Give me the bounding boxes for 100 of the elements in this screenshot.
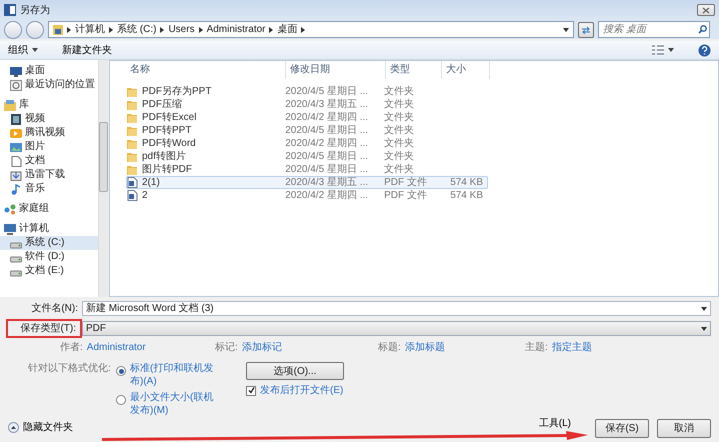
folder-icon (127, 125, 138, 136)
column-header[interactable]: 大小 (442, 61, 490, 79)
folder-icon (127, 86, 138, 97)
column-header[interactable]: 类型 (386, 61, 442, 79)
view-options-button[interactable] (652, 45, 674, 55)
help-button[interactable] (698, 44, 711, 56)
checkbox[interactable]: 发布后打开文件(E) (246, 384, 344, 397)
link[interactable]: 添加标记 (242, 341, 282, 354)
save-button[interactable]: 保存(S) (595, 419, 649, 438)
sidebar-item[interactable]: 家庭组 (0, 202, 98, 216)
table-cell: 文件夹 (384, 125, 414, 136)
breadcrumb-item[interactable]: 桌面 (277, 23, 298, 36)
file-row[interactable]: PDF转PPT 2020/4/5 星期日 ... 文件夹 (126, 124, 488, 137)
caret-icon (701, 306, 707, 310)
field-label: 文件名(N): (31, 302, 79, 315)
document-icon (10, 156, 22, 166)
sidebar-item[interactable]: 系统 (C:) (0, 236, 98, 250)
chevron-icon (109, 26, 113, 32)
sidebar-item[interactable]: 桌面 (0, 64, 98, 78)
document-icon (127, 177, 138, 188)
file-row[interactable]: 2 2020/4/2 星期四 ... PDF 文件 574 KB (126, 189, 488, 202)
organize-button[interactable]: 组织 (8, 44, 38, 56)
chevron-icon (67, 26, 71, 32)
link[interactable]: Administrator (86, 341, 146, 354)
table-cell: 574 KB (450, 190, 483, 201)
file-row[interactable]: PDF转Word 2020/4/2 星期四 ... 文件夹 (126, 137, 488, 150)
hide-folders-button[interactable]: 隐藏文件夹 (8, 421, 73, 434)
folder-icon (127, 99, 138, 110)
scrollbar[interactable] (98, 60, 108, 297)
column-header[interactable]: 修改日期 (286, 61, 386, 79)
table-cell: 文件夹 (384, 112, 414, 123)
folder-icon (127, 164, 138, 175)
file-name: 图片转PDF (142, 164, 192, 176)
table-cell: PDF 文件 (384, 177, 427, 188)
file-row[interactable]: PDF转Excel 2020/4/2 星期四 ... 文件夹 (126, 111, 488, 124)
sidebar-item[interactable]: 迅雷下载 (0, 168, 98, 182)
table-cell: 文件夹 (384, 151, 414, 162)
link[interactable]: 指定主题 (552, 341, 592, 354)
file-row[interactable]: 图片转PDF 2020/4/5 星期日 ... 文件夹 (126, 163, 488, 176)
field-label: 主题: (525, 341, 548, 354)
close-button[interactable] (697, 4, 715, 16)
column-header[interactable]: 名称 (126, 61, 286, 79)
new-folder-button[interactable]: 新建文件夹 (62, 44, 112, 56)
table-cell: 2020/4/5 星期日 ... (285, 164, 368, 175)
sidebar-item[interactable]: 音乐 (0, 182, 98, 196)
close-icon (702, 6, 710, 14)
library-icon (4, 100, 16, 110)
caret-icon (32, 48, 38, 52)
sidebar-item[interactable]: 文档 (E:) (0, 264, 98, 278)
radio-button[interactable] (116, 366, 126, 376)
file-name: 2 (142, 190, 148, 202)
radio-option[interactable]: 最小文件大小(联机发布)(M) (116, 391, 246, 417)
breadcrumb-item[interactable]: 系统 (C:) (117, 23, 156, 36)
back-button[interactable] (4, 20, 22, 38)
radio-option[interactable]: 标准(打印和联机发布)(A) (116, 362, 246, 388)
refresh-button[interactable] (578, 22, 594, 38)
table-cell: 2020/4/5 星期日 ... (285, 125, 368, 136)
table-cell: 文件夹 (384, 164, 414, 175)
table-cell: 文件夹 (384, 138, 414, 149)
breadcrumb-item[interactable]: Users (168, 23, 195, 36)
sidebar-item[interactable]: 文档 (0, 154, 98, 168)
sidebar-item[interactable]: 计算机 (0, 222, 98, 236)
forward-button[interactable] (26, 20, 44, 38)
picture-icon (10, 142, 22, 152)
input-field[interactable]: 新建 Microsoft Word 文档 (3) (82, 301, 711, 316)
address-bar[interactable]: 计算机 系统 (C:) Users Administrator 桌面 (48, 21, 574, 38)
search-field[interactable]: 搜索 桌面 (598, 21, 710, 38)
tools-button[interactable]: 工具(L) (538, 417, 571, 430)
file-row[interactable]: pdf转图片 2020/4/5 星期日 ... 文件夹 (126, 150, 488, 163)
table-cell: 2020/4/2 星期四 ... (285, 190, 368, 201)
radio-button[interactable] (116, 395, 126, 405)
collapse-icon (8, 422, 19, 433)
window-title: 另存为 (20, 4, 50, 16)
folder-icon (127, 151, 138, 162)
file-row[interactable]: 2(1) 2020/4/3 星期五 ... PDF 文件 574 KB (126, 176, 488, 189)
help-icon (698, 44, 711, 56)
breadcrumb-item[interactable]: Administrator (206, 23, 266, 36)
cancel-button[interactable]: 取消 (657, 419, 711, 438)
field-label: 保存类型(T): (6, 319, 82, 338)
document-icon (127, 190, 138, 201)
sidebar-item[interactable]: 软件 (D:) (0, 250, 98, 264)
chevron-icon (160, 26, 164, 32)
file-row[interactable]: PDF压缩 2020/4/3 星期五 ... 文件夹 (126, 98, 488, 111)
link[interactable]: 添加标题 (404, 341, 445, 354)
sidebar-item[interactable]: 腾讯视频 (0, 126, 98, 140)
breadcrumb-item[interactable]: 计算机 (75, 23, 105, 36)
sidebar-item[interactable]: 最近访问的位置 (0, 78, 98, 92)
sidebar-item[interactable]: 库 (0, 98, 98, 112)
table-cell: 2020/4/3 星期五 ... (285, 99, 368, 110)
sidebar-item[interactable]: 视频 (0, 112, 98, 126)
computer-icon (4, 224, 16, 234)
dropdown[interactable]: PDF (82, 321, 711, 336)
options-button[interactable]: 选项(O)... (246, 362, 344, 380)
file-row[interactable]: PDF另存为PPT 2020/4/5 星期日 ... 文件夹 (126, 85, 488, 98)
field-label: 标题: (378, 341, 401, 354)
chevron-icon (301, 26, 306, 32)
table-cell: 574 KB (450, 177, 483, 188)
sidebar-item[interactable]: 图片 (0, 140, 98, 154)
play-icon (10, 128, 22, 138)
download-icon (10, 170, 22, 180)
